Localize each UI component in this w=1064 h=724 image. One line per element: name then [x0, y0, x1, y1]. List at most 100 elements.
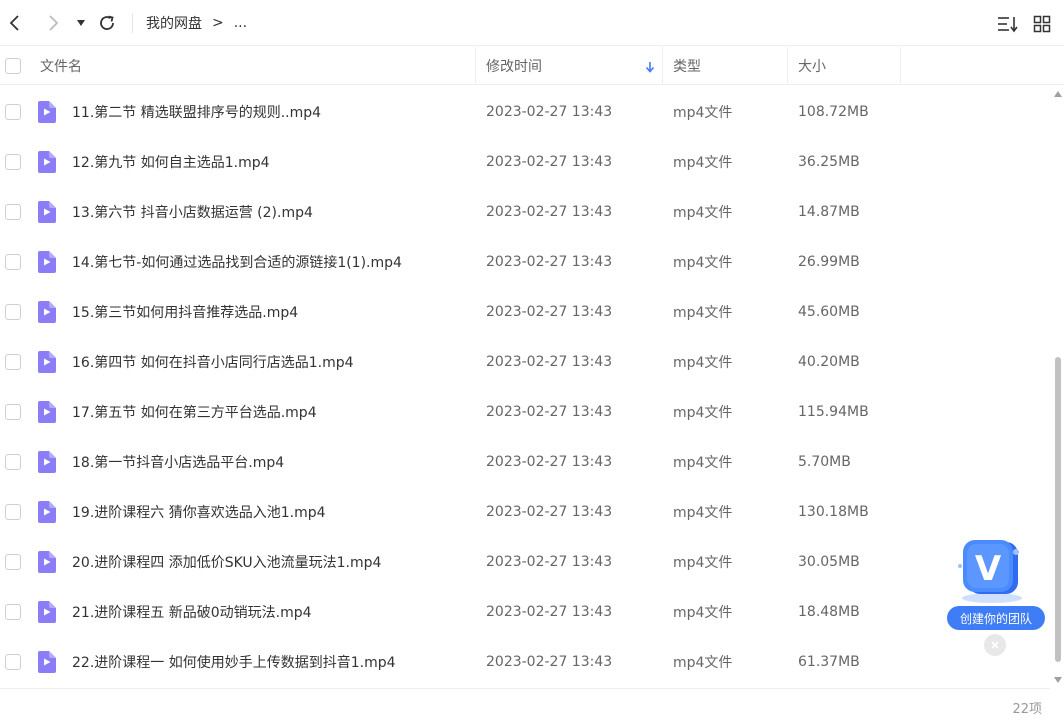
file-type: mp4文件 — [673, 605, 733, 621]
file-modified-time: 2023-02-27 13:43 — [486, 404, 613, 420]
file-size: 45.60MB — [798, 304, 860, 320]
file-size: 115.94MB — [798, 404, 869, 420]
file-row[interactable]: 15.第三节如何用抖音推荐选品.mp4 2023-02-27 13:43 mp4… — [0, 287, 1050, 337]
row-checkbox[interactable] — [5, 554, 21, 570]
file-size: 61.37MB — [798, 654, 860, 670]
column-divider[interactable] — [787, 47, 788, 85]
chevron-right-icon — [49, 15, 59, 31]
file-row[interactable]: 21.进阶课程五 新品破0动销玩法.mp4 2023-02-27 13:43 m… — [0, 587, 1050, 637]
row-checkbox[interactable] — [5, 354, 21, 370]
video-file-icon — [38, 651, 56, 673]
row-checkbox[interactable] — [5, 104, 21, 120]
column-divider[interactable] — [900, 47, 901, 85]
file-name[interactable]: 18.第一节抖音小店选品平台.mp4 — [72, 437, 284, 487]
create-team-label[interactable]: 创建你的团队 — [947, 606, 1045, 630]
column-type[interactable]: 类型 — [673, 47, 701, 85]
column-divider[interactable] — [662, 47, 663, 85]
column-divider[interactable] — [475, 47, 476, 85]
file-row[interactable]: 17.第五节 如何在第三方平台选品.mp4 2023-02-27 13:43 m… — [0, 387, 1050, 437]
file-name[interactable]: 15.第三节如何用抖音推荐选品.mp4 — [72, 287, 298, 337]
refresh-button[interactable] — [96, 12, 118, 34]
file-row[interactable]: 13.第六节 抖音小店数据运营 (2).mp4 2023-02-27 13:43… — [0, 187, 1050, 237]
breadcrumb-ellipsis[interactable]: ... — [234, 15, 247, 31]
scroll-thumb[interactable] — [1055, 357, 1061, 662]
chevron-left-icon — [9, 15, 19, 31]
column-size[interactable]: 大小 — [798, 47, 826, 85]
toolbar: 我的网盘 > ... — [0, 0, 1064, 46]
file-name[interactable]: 14.第七节-如何通过选品找到合适的源链接1(1).mp4 — [72, 237, 402, 287]
file-name[interactable]: 19.进阶课程六 猜你喜欢选品入池1.mp4 — [72, 487, 326, 537]
file-row[interactable]: 12.第九节 如何自主选品1.mp4 2023-02-27 13:43 mp4文… — [0, 137, 1050, 187]
row-checkbox[interactable] — [5, 604, 21, 620]
file-type: mp4文件 — [673, 355, 733, 371]
file-modified-time: 2023-02-27 13:43 — [486, 604, 613, 620]
breadcrumb-separator: > — [212, 15, 224, 31]
file-type: mp4文件 — [673, 205, 733, 221]
row-checkbox[interactable] — [5, 454, 21, 470]
checkbox-box — [5, 58, 21, 74]
scroll-down-arrow-icon[interactable] — [1054, 677, 1062, 683]
sort-arrow-down-icon — [645, 62, 655, 73]
sort-button[interactable] — [996, 12, 1020, 36]
row-checkbox[interactable] — [5, 254, 21, 270]
file-name[interactable]: 12.第九节 如何自主选品1.mp4 — [72, 137, 270, 187]
row-checkbox[interactable] — [5, 204, 21, 220]
column-modified-label: 修改时间 — [486, 59, 542, 75]
file-modified-time: 2023-02-27 13:43 — [486, 254, 613, 270]
video-file-icon — [38, 101, 56, 123]
row-checkbox[interactable] — [5, 504, 21, 520]
row-checkbox[interactable] — [5, 404, 21, 420]
row-checkbox[interactable] — [5, 654, 21, 670]
file-size: 130.18MB — [798, 504, 869, 520]
breadcrumb-root[interactable]: 我的网盘 — [146, 13, 202, 33]
file-size: 108.72MB — [798, 104, 869, 120]
file-modified-time: 2023-02-27 13:43 — [486, 354, 613, 370]
back-button[interactable] — [4, 12, 26, 34]
file-name[interactable]: 22.进阶课程一 如何使用妙手上传数据到抖音1.mp4 — [72, 637, 396, 687]
file-size: 18.48MB — [798, 604, 860, 620]
file-type: mp4文件 — [673, 305, 733, 321]
scroll-up-arrow-icon[interactable] — [1054, 91, 1062, 97]
column-header: 文件名 修改时间 类型 大小 — [0, 47, 1064, 85]
file-row[interactable]: 14.第七节-如何通过选品找到合适的源链接1(1).mp4 2023-02-27… — [0, 237, 1050, 287]
history-dropdown-button[interactable] — [70, 12, 92, 34]
file-modified-time: 2023-02-27 13:43 — [486, 654, 613, 670]
file-row[interactable]: 19.进阶课程六 猜你喜欢选品入池1.mp4 2023-02-27 13:43 … — [0, 487, 1050, 537]
file-row[interactable]: 11.第二节 精选联盟排序号的规则..mp4 2023-02-27 13:43 … — [0, 87, 1050, 137]
file-type: mp4文件 — [673, 405, 733, 421]
grid-view-button[interactable] — [1030, 12, 1054, 36]
file-modified-time: 2023-02-27 13:43 — [486, 304, 613, 320]
row-checkbox[interactable] — [5, 304, 21, 320]
close-icon — [991, 641, 999, 649]
file-modified-time: 2023-02-27 13:43 — [486, 204, 613, 220]
caret-down-icon — [77, 20, 85, 26]
video-file-icon — [38, 501, 56, 523]
file-row[interactable]: 22.进阶课程一 如何使用妙手上传数据到抖音1.mp4 2023-02-27 1… — [0, 637, 1050, 687]
video-file-icon — [38, 151, 56, 173]
file-row[interactable]: 18.第一节抖音小店选品平台.mp4 2023-02-27 13:43 mp4文… — [0, 437, 1050, 487]
video-file-icon — [38, 251, 56, 273]
file-row[interactable]: 20.进阶课程四 添加低价SKU入池流量玩法1.mp4 2023-02-27 1… — [0, 537, 1050, 587]
file-modified-time: 2023-02-27 13:43 — [486, 104, 613, 120]
file-name[interactable]: 17.第五节 如何在第三方平台选品.mp4 — [72, 387, 317, 437]
video-file-icon — [38, 401, 56, 423]
file-name[interactable]: 21.进阶课程五 新品破0动销玩法.mp4 — [72, 587, 312, 637]
forward-button[interactable] — [42, 12, 64, 34]
file-name[interactable]: 20.进阶课程四 添加低价SKU入池流量玩法1.mp4 — [72, 537, 381, 587]
file-name[interactable]: 13.第六节 抖音小店数据运营 (2).mp4 — [72, 187, 313, 237]
team-logo-letter: V — [975, 549, 1002, 589]
select-all-checkbox[interactable] — [5, 47, 21, 85]
row-checkbox[interactable] — [5, 154, 21, 170]
column-modified[interactable]: 修改时间 — [486, 47, 661, 85]
file-name[interactable]: 11.第二节 精选联盟排序号的规则..mp4 — [72, 87, 321, 137]
file-type: mp4文件 — [673, 155, 733, 171]
column-name[interactable]: 文件名 — [40, 47, 82, 85]
file-size: 40.20MB — [798, 354, 860, 370]
file-row[interactable]: 16.第四节 如何在抖音小店同行店选品1.mp4 2023-02-27 13:4… — [0, 337, 1050, 387]
file-name[interactable]: 16.第四节 如何在抖音小店同行店选品1.mp4 — [72, 337, 354, 387]
create-team-widget[interactable]: V 创建你的团队 — [944, 536, 1048, 632]
file-modified-time: 2023-02-27 13:43 — [486, 504, 613, 520]
vertical-scrollbar[interactable] — [1052, 87, 1064, 687]
close-widget-button[interactable] — [984, 634, 1006, 656]
file-size: 30.05MB — [798, 554, 860, 570]
